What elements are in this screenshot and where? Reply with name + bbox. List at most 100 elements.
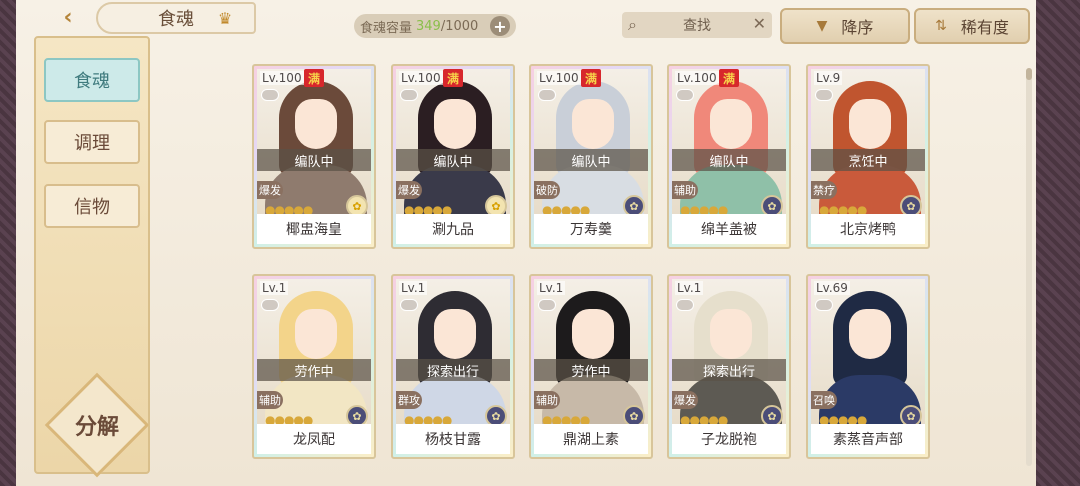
- scroll-thumb[interactable]: [1026, 68, 1032, 80]
- right-frame-border: [1036, 0, 1080, 486]
- character-name: 万寿羹: [534, 214, 648, 244]
- level-label: Lv.1: [675, 281, 704, 295]
- food-soul-card[interactable]: Lv.100 满 编队中 爆发 ●●●●● ✿ 椰盅海皇: [252, 64, 376, 249]
- status-bar: 探索出行: [672, 359, 786, 381]
- portrait-face: [295, 309, 337, 359]
- lock-toggle-icon[interactable]: [400, 299, 418, 311]
- card-inner: Lv.100 满 编队中 破防 ●●●●● ✿ 万寿羹: [534, 69, 648, 244]
- food-soul-card[interactable]: Lv.1 探索出行 爆发 ●●●●● ✿ 子龙脱袍: [667, 274, 791, 459]
- food-soul-card[interactable]: Lv.100 满 编队中 辅助 ●●●●● ✿ 绵羊盖被: [667, 64, 791, 249]
- lock-toggle-icon[interactable]: [676, 89, 694, 101]
- food-soul-card[interactable]: Lv.100 满 编队中 破防 ●●●●● ✿ 万寿羹: [529, 64, 653, 249]
- character-name: 杨枝甘露: [396, 424, 510, 454]
- role-badge: 辅助: [534, 391, 560, 409]
- character-name: 龙凤配: [257, 424, 371, 454]
- portrait-face: [849, 99, 891, 149]
- lock-toggle-icon[interactable]: [538, 299, 556, 311]
- food-soul-card[interactable]: Lv.9 烹饪中 禁疗 ●●●●● ✿ 北京烤鸭: [806, 64, 930, 249]
- level-label: Lv.100: [260, 71, 304, 85]
- card-inner: Lv.1 探索出行 群攻 ●●●●● ✿ 杨枝甘露: [396, 279, 510, 454]
- portrait-face: [710, 99, 752, 149]
- max-badge: 满: [443, 69, 463, 87]
- sidebar-item-cooking[interactable]: 调理: [44, 120, 140, 164]
- lock-toggle-icon[interactable]: [538, 89, 556, 101]
- character-name: 鼎湖上素: [534, 424, 648, 454]
- sidebar-item-tokens[interactable]: 信物: [44, 184, 140, 228]
- sidebar-item-label: 信物: [74, 197, 110, 218]
- chevron-down-icon: ▼: [816, 18, 828, 34]
- back-button[interactable]: ‹: [48, 4, 88, 30]
- card-inner: Lv.100 满 编队中 辅助 ●●●●● ✿ 绵羊盖被: [672, 69, 786, 244]
- character-name: 椰盅海皇: [257, 214, 371, 244]
- food-soul-card[interactable]: Lv.1 劳作中 辅助 ●●●●● ✿ 鼎湖上素: [529, 274, 653, 459]
- lock-toggle-icon[interactable]: [261, 299, 279, 311]
- sidebar-item-label: 调理: [74, 133, 110, 154]
- character-name: 北京烤鸭: [811, 214, 925, 244]
- portrait-face: [295, 99, 337, 149]
- status-bar: 编队中: [534, 149, 648, 171]
- portrait-face: [849, 309, 891, 359]
- lock-toggle-icon[interactable]: [400, 89, 418, 101]
- status-bar: 劳作中: [534, 359, 648, 381]
- capacity-max: /1000: [440, 18, 479, 34]
- card-inner: Lv.1 劳作中 辅助 ●●●●● ✿ 鼎湖上素: [534, 279, 648, 454]
- portrait-face: [434, 309, 476, 359]
- food-soul-card[interactable]: Lv.100 满 编队中 爆发 ●●●●● ✿ 涮九品: [391, 64, 515, 249]
- crown-icon[interactable]: ♛: [212, 8, 238, 28]
- status-bar: 编队中: [672, 149, 786, 171]
- search-icon: ⌕: [628, 15, 637, 34]
- search-input[interactable]: ⌕ 查找 ✕: [622, 12, 772, 38]
- food-soul-card[interactable]: Lv.1 劳作中 辅助 ●●●●● ✿ 龙凤配: [252, 274, 376, 459]
- add-capacity-button[interactable]: +: [490, 16, 510, 36]
- level-label: Lv.100: [399, 71, 443, 85]
- status-bar: 劳作中: [257, 359, 371, 381]
- card-inner: Lv.69 召唤 ●●●●● ✿ 素蒸音声部: [811, 279, 925, 454]
- lock-toggle-icon[interactable]: [676, 299, 694, 311]
- max-badge: 满: [719, 69, 739, 87]
- sort-order-label: 降序: [841, 18, 874, 37]
- role-badge: 辅助: [257, 391, 283, 409]
- sort-by-button[interactable]: ⇅ 稀有度: [914, 8, 1030, 44]
- role-badge: 破防: [534, 181, 560, 199]
- character-name: 素蒸音声部: [811, 424, 925, 454]
- level-label: Lv.100: [537, 71, 581, 85]
- level-label: Lv.1: [260, 281, 289, 295]
- portrait-face: [572, 99, 614, 149]
- back-arrow-icon: ‹: [63, 4, 73, 30]
- level-label: Lv.1: [537, 281, 566, 295]
- close-icon[interactable]: ✕: [753, 14, 766, 33]
- role-badge: 爆发: [396, 181, 422, 199]
- lock-toggle-icon[interactable]: [261, 89, 279, 101]
- status-bar: 探索出行: [396, 359, 510, 381]
- character-name: 子龙脱袍: [672, 424, 786, 454]
- sidebar-item-food-soul[interactable]: 食魂: [44, 58, 140, 102]
- portrait-face: [572, 309, 614, 359]
- decompose-label[interactable]: 分解: [60, 410, 134, 440]
- scrollbar[interactable]: [1026, 68, 1032, 466]
- card-inner: Lv.9 烹饪中 禁疗 ●●●●● ✿ 北京烤鸭: [811, 69, 925, 244]
- card-inner: Lv.100 满 编队中 爆发 ●●●●● ✿ 涮九品: [396, 69, 510, 244]
- max-badge: 满: [581, 69, 601, 87]
- food-soul-card[interactable]: Lv.1 探索出行 群攻 ●●●●● ✿ 杨枝甘露: [391, 274, 515, 459]
- lock-toggle-icon[interactable]: [815, 299, 833, 311]
- level-label: Lv.69: [814, 281, 850, 295]
- max-badge: 满: [304, 69, 324, 87]
- status-bar: 编队中: [396, 149, 510, 171]
- sidebar: 食魂 调理 信物 分解: [34, 36, 150, 478]
- capacity-value: 349: [416, 18, 441, 34]
- portrait-face: [434, 99, 476, 149]
- role-badge: 爆发: [672, 391, 698, 409]
- sort-order-button[interactable]: ▼ 降序: [780, 8, 910, 44]
- left-frame-border: [0, 0, 16, 486]
- lock-toggle-icon[interactable]: [815, 89, 833, 101]
- swap-icon: ⇅: [935, 18, 947, 34]
- food-soul-card[interactable]: Lv.69 召唤 ●●●●● ✿ 素蒸音声部: [806, 274, 930, 459]
- role-badge: 爆发: [257, 181, 283, 199]
- role-badge: 召唤: [811, 391, 837, 409]
- search-placeholder: 查找: [683, 18, 711, 34]
- card-inner: Lv.1 劳作中 辅助 ●●●●● ✿ 龙凤配: [257, 279, 371, 454]
- level-label: Lv.100: [675, 71, 719, 85]
- status-bar: 烹饪中: [811, 149, 925, 171]
- sidebar-item-label: 食魂: [74, 71, 110, 92]
- card-inner: Lv.1 探索出行 爆发 ●●●●● ✿ 子龙脱袍: [672, 279, 786, 454]
